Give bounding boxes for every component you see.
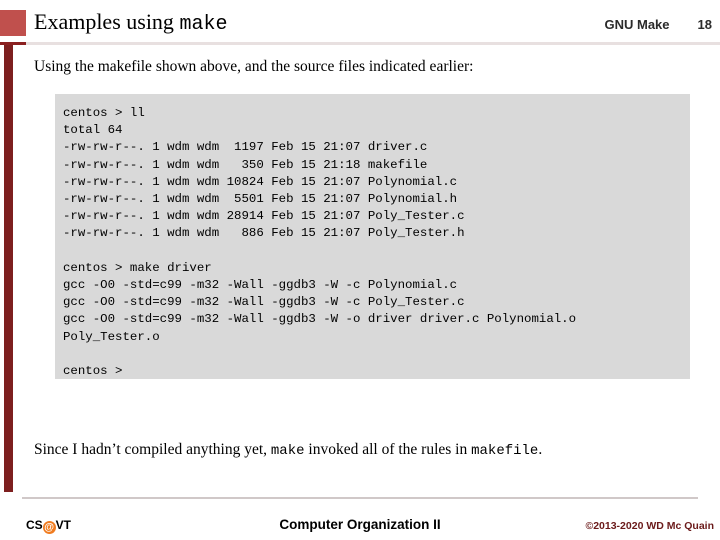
closing-mono-makefile: makefile — [471, 443, 539, 459]
footer-divider — [22, 497, 698, 499]
header-meta: GNU Make 18 — [605, 17, 713, 32]
closing-mono-make: make — [270, 443, 305, 459]
page-title: Examples using make — [34, 9, 227, 36]
footer-copyright: ©2013-2020 WD Mc Quain — [585, 520, 714, 532]
closing-part-2: invoked all of the rules in — [304, 441, 472, 458]
terminal-output: centos > ll total 64 -rw-rw-r--. 1 wdm w… — [63, 106, 577, 379]
closing-text: Since I hadn’t compiled anything yet, ma… — [34, 441, 542, 459]
page-title-prefix: Examples using — [34, 9, 180, 34]
course-label: GNU Make — [604, 17, 670, 32]
header-accent-square — [0, 10, 26, 36]
left-accent-bar — [4, 45, 13, 492]
header-divider — [0, 42, 720, 45]
intro-text: Using the makefile shown above, and the … — [34, 58, 474, 75]
page-number: 18 — [697, 17, 712, 32]
closing-part-3: . — [538, 441, 543, 458]
page-title-mono: make — [179, 13, 228, 36]
slide-header: Examples using make GNU Make 18 — [0, 0, 720, 45]
terminal-code-block: centos > ll total 64 -rw-rw-r--. 1 wdm w… — [55, 94, 690, 379]
closing-part-1: Since I hadn’t compiled anything yet, — [34, 441, 271, 458]
